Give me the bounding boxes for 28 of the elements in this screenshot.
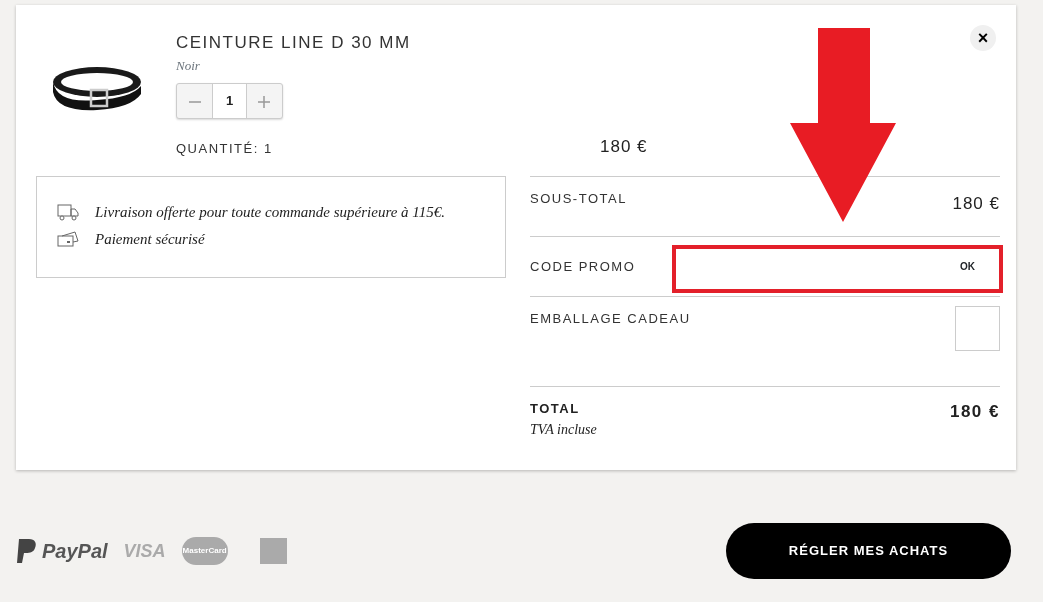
minus-icon (187, 101, 202, 104)
ok-button[interactable]: OK (959, 258, 976, 275)
product-color: Noir (176, 56, 201, 75)
gift-wrap-label: EMBALLAGE CADEAU (530, 310, 691, 328)
quantity-value: 1 (212, 84, 247, 118)
plus-icon (257, 95, 272, 110)
tax-note: TVA incluse (530, 420, 597, 439)
subtotal-label: SOUS-TOTAL (530, 190, 627, 208)
checkout-button[interactable]: RÉGLER MES ACHATS (726, 523, 1011, 579)
gift-wrap-checkbox[interactable] (955, 306, 1000, 351)
promo-label: CODE PROMO (530, 257, 637, 276)
paypal-logo: PayPal (42, 539, 108, 564)
truck-icon (57, 203, 79, 222)
mastercard-logo: MasterCard (181, 537, 228, 565)
total-value: 180 € (949, 401, 1000, 423)
item-price: 180 € (600, 136, 648, 158)
info-text: Paiement sécurisé (95, 229, 205, 249)
product-name: CEINTURE LINE D 30 MM (176, 32, 411, 54)
info-text: Livraison offerte pour toute commande supérieure à 115€. (95, 203, 445, 222)
quantity-stepper[interactable]: 1 (176, 83, 283, 119)
quantity-label: QUANTITÉ: 1 (176, 140, 274, 158)
total-label: TOTAL (530, 400, 581, 418)
cards-icon (57, 229, 79, 248)
subtotal-value: 180 € (952, 193, 1000, 215)
paypal-p-icon (16, 538, 38, 564)
card-logo-icon (259, 538, 287, 564)
visa-logo: VISA (123, 539, 166, 563)
close-button[interactable]: × (970, 25, 996, 51)
